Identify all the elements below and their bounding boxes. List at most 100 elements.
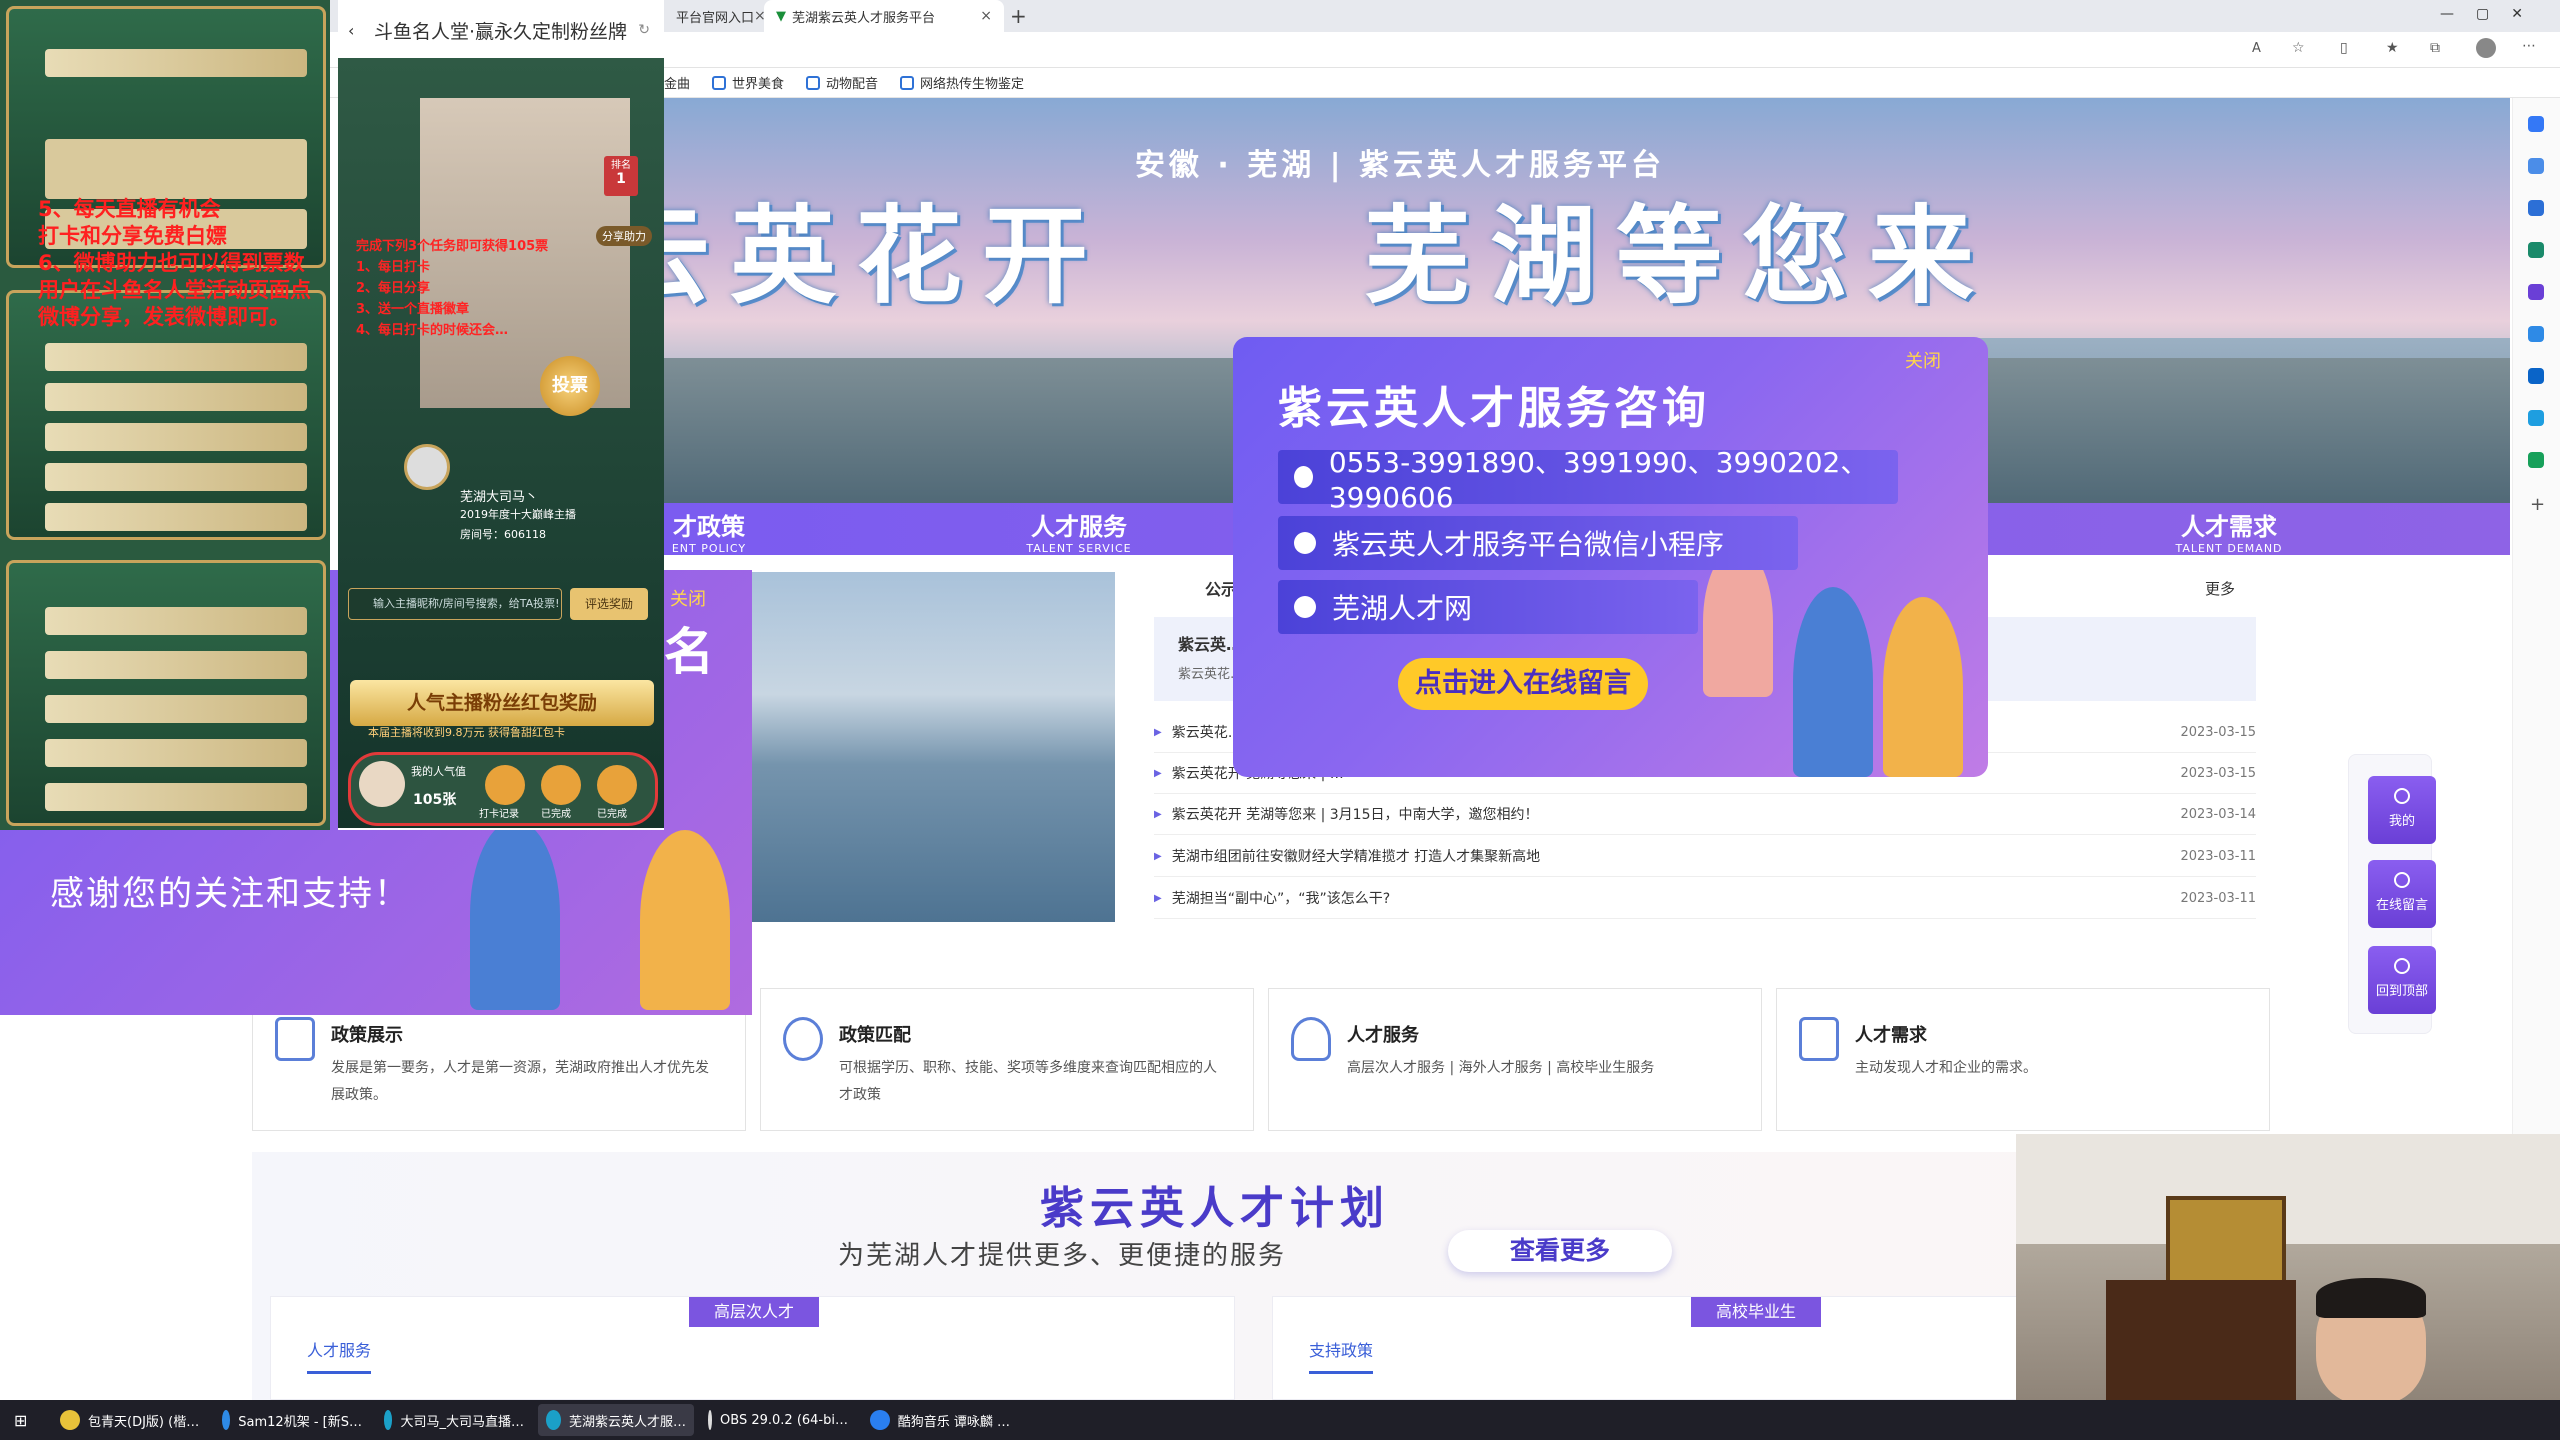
selection-rewards-button[interactable]: 评选奖励 (570, 588, 648, 620)
taskbar-app-edge-talent[interactable]: 芜湖紫云英人才服… (538, 1404, 694, 1436)
card-desc: 主动发现人才和企业的需求。 (1855, 1060, 2037, 1076)
read-aloud-icon[interactable]: A (2252, 41, 2261, 56)
task-item (45, 607, 307, 635)
taskbar-label: Sam12机架 - [新S… (238, 1414, 362, 1430)
taskbar-app-sam[interactable]: Sam12机架 - [新S… (214, 1404, 370, 1436)
popup-phone-row[interactable]: 0553-3991890、3991990、3990202、3990606 (1278, 446, 1898, 514)
news-row[interactable]: ▶ 芜湖担当“副中心”，“我”该怎么干? 2023-03-11 (1154, 878, 2256, 919)
popup-title: 紫云英人才服务咨询 (1278, 383, 1710, 434)
nav-title: 才政策 (673, 513, 745, 541)
favorite-item[interactable]: 网络热传生物鉴定 (900, 73, 1024, 92)
user-icon (2394, 872, 2410, 888)
split-screen-icon[interactable]: ▯ (2340, 40, 2348, 56)
close-icon[interactable]: × (980, 8, 992, 24)
new-tab-icon[interactable]: + (1010, 4, 1027, 28)
nav-talent-service[interactable]: 人才服务 TALENT SERVICE (994, 507, 1164, 555)
overlay-popup-close[interactable]: 关闭 (670, 585, 706, 611)
tab-wuhu-talent[interactable]: ▼ 芜湖紫云英人才服务平台 × (764, 0, 1004, 32)
rank-badge: 排名 1 (604, 156, 638, 196)
banner-slogan: 云英花开 芜湖等您来 (604, 170, 2510, 318)
favorite-label: 动物配音 (826, 77, 879, 92)
view-more-button[interactable]: 查看更多 (1448, 1230, 1672, 1272)
vote-button[interactable]: 投票 (540, 356, 600, 416)
overlay-task-notes: 完成下列3个任务即可获得105票 1、每日打卡 2、每日分享 3、送一个直播徽章… (356, 239, 549, 338)
taskbar-label: 芜湖紫云英人才服… (568, 1414, 686, 1430)
bullet-icon: ▶ (1154, 808, 1162, 820)
favorite-item[interactable]: 世界美食 (712, 73, 784, 92)
news-row[interactable]: ▶ 紫云英花开 芜湖等您来 | 3月15日，中南大学，邀您相约！ 2023-03-1… (1154, 794, 2256, 835)
coin-icon (485, 765, 525, 805)
add-icon[interactable]: + (2530, 494, 2545, 515)
wechat-icon (1294, 532, 1316, 554)
checkin-record[interactable]: 打卡记录 (479, 805, 519, 820)
favorites-icon[interactable]: ★ (2386, 40, 2399, 56)
card-title: 人才服务 (1347, 1025, 1419, 1046)
bing-icon[interactable] (2528, 158, 2544, 174)
task-item (45, 423, 307, 451)
tab-label: 平台官网入口 (676, 10, 755, 26)
news-image[interactable] (750, 572, 1115, 922)
news-row[interactable]: ▶ 芜湖市组团前往安徽财经大学精准揽才 打造人才集聚新高地 2023-03-11 (1154, 836, 2256, 877)
profile-avatar[interactable] (2476, 38, 2496, 58)
streamer-search-input[interactable]: 输入主播昵称/房间号搜索，给TA投票! (348, 588, 562, 620)
popup-close-button[interactable]: 关闭 (1905, 347, 1941, 373)
news-more-link[interactable]: 更多 (2205, 578, 2235, 599)
start-button[interactable]: ⊞ (6, 1404, 35, 1436)
news-title: 紫云英花… (1171, 725, 1242, 741)
back-icon[interactable]: ‹ (348, 21, 354, 40)
popup-wechat-row[interactable]: 紫云英人才服务平台微信小程序 (1278, 516, 1798, 570)
webcam-shelf (2106, 1280, 2296, 1400)
tree-icon[interactable] (2528, 452, 2544, 468)
my-button[interactable]: 我的 (2368, 776, 2436, 844)
webcam-wall (2016, 1134, 2560, 1244)
outlook-icon[interactable] (2528, 368, 2544, 384)
streamer-name: 芜湖大司马丶 (460, 490, 539, 505)
taskbar-label: OBS 29.0.2 (64-bi… (720, 1412, 848, 1428)
back-to-top-button[interactable]: 回到顶部 (2368, 946, 2436, 1014)
window-controls[interactable]: —▢✕ (2440, 6, 2545, 22)
close-icon[interactable]: × (754, 8, 764, 24)
taskbar-app-music[interactable]: 包青天(DJ版) (楷… (52, 1404, 208, 1436)
rank-value: 1 (616, 171, 626, 187)
tools-icon[interactable] (2528, 242, 2544, 258)
card-policy-match[interactable]: 政策匹配 可根据学历、职称、技能、奖项等多维度来查询匹配相应的人才政策 (760, 988, 1254, 1131)
send-icon[interactable] (2528, 410, 2544, 426)
card-talent-service[interactable]: 人才服务 高层次人才服务 | 海外人才服务 | 高校毕业生服务 (1268, 988, 1762, 1131)
task-item (45, 503, 307, 531)
news-title: 芜湖市组团前往安徽财经大学精准揽才 打造人才集聚新高地 (1171, 849, 1541, 865)
task-item (45, 695, 307, 723)
online-message-cta[interactable]: 点击进入在线留言 (1398, 658, 1648, 710)
favorite-item[interactable]: 金曲 (664, 73, 690, 92)
folder-icon (806, 75, 821, 90)
more-menu-icon[interactable]: ⋯ (2522, 38, 2536, 54)
favorite-label: 网络热传生物鉴定 (920, 77, 1025, 92)
popup-site-row[interactable]: 芜湖人才网 (1278, 580, 1698, 634)
taskbar-app-obs[interactable]: OBS 29.0.2 (64-bi… (700, 1404, 856, 1436)
taskbar-app-kugou[interactable]: 酷狗音乐 谭咏麟 … (862, 1404, 1018, 1436)
card-desc: 发展是第一要务，人才是第一资源，芜湖政府推出人才优先发展政策。 (331, 1060, 709, 1103)
tab-support-policy[interactable]: 支持政策 (1309, 1337, 1374, 1374)
search-icon[interactable] (2528, 116, 2544, 132)
tab-talent-service[interactable]: 人才服务 (307, 1337, 372, 1374)
refresh-icon[interactable]: ↻ (638, 22, 650, 38)
collections-icon[interactable]: ⧉ (2430, 40, 2440, 56)
taskbar-app-edge-stream[interactable]: 大司马_大司马直播… (376, 1404, 532, 1436)
kugou-icon (870, 1410, 890, 1430)
favorite-star-icon[interactable]: ☆ (2292, 40, 2305, 56)
nav-talent-policy[interactable]: 才政策 ENT POLICY (664, 507, 754, 555)
online-message-button[interactable]: 在线留言 (2368, 860, 2436, 928)
illustration-figure (640, 830, 730, 1010)
task-item (45, 783, 307, 811)
tab-platform-entry[interactable]: 平台官网入口 × (664, 0, 764, 32)
popup-site: 芜湖人才网 (1332, 592, 1473, 625)
shopping-icon[interactable] (2528, 200, 2544, 216)
nav-sub: TALENT SERVICE (1026, 542, 1132, 555)
folder-icon (900, 75, 915, 90)
webcam-plaque (2166, 1196, 2286, 1286)
office-icon[interactable] (2528, 326, 2544, 342)
taskbar-label: 包青天(DJ版) (楷… (88, 1414, 200, 1430)
favorite-item[interactable]: 动物配音 (806, 73, 878, 92)
games-icon[interactable] (2528, 284, 2544, 300)
card-talent-demand[interactable]: 人才需求 主动发现人才和企业的需求。 (1776, 988, 2270, 1131)
nav-talent-demand[interactable]: 人才需求 TALENT DEMAND (2144, 507, 2314, 555)
